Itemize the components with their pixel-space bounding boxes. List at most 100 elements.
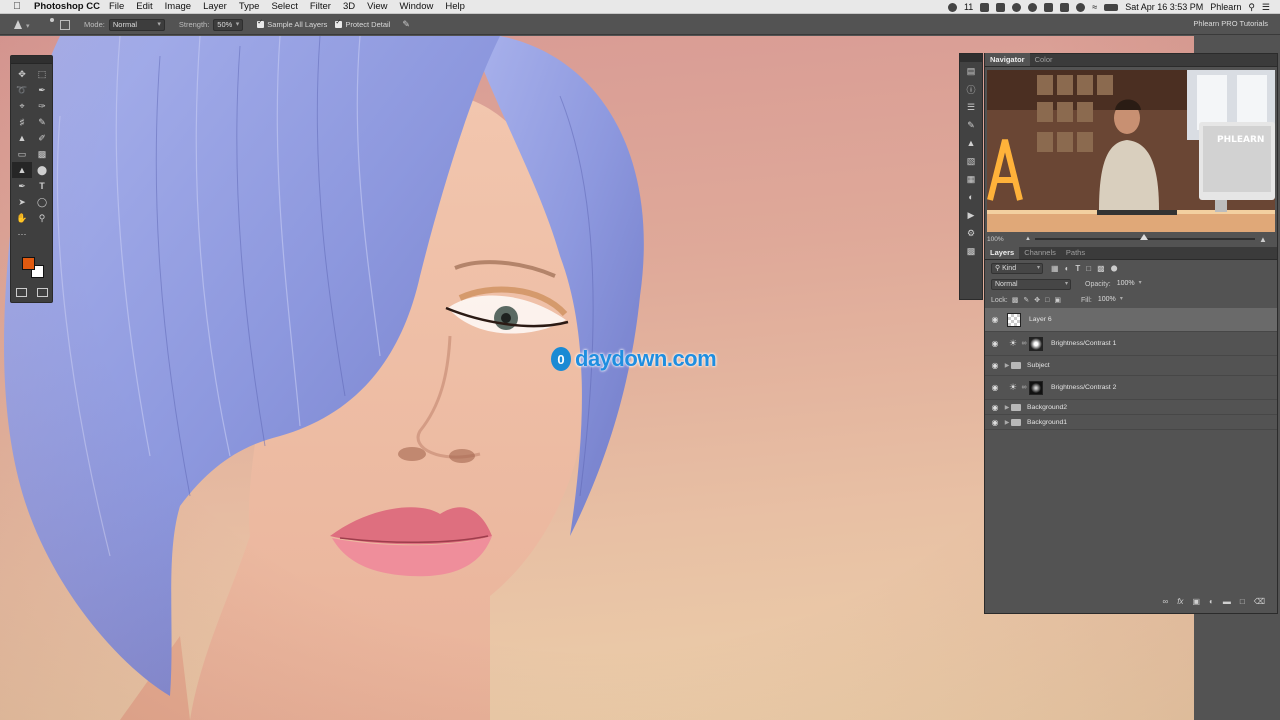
gradient-tool-icon[interactable]: ▩: [32, 146, 52, 162]
eraser-tool-icon[interactable]: ▭: [12, 146, 32, 162]
visibility-eye-icon[interactable]: ◉: [990, 383, 1000, 392]
menu-window[interactable]: Window: [400, 1, 434, 12]
visibility-eye-icon[interactable]: ◉: [990, 315, 1000, 324]
layer-name[interactable]: Subject: [1027, 362, 1050, 369]
lock-transparent-icon[interactable]: ▩: [1012, 296, 1019, 304]
hand-tool-icon[interactable]: ✋: [12, 210, 32, 226]
app-menu[interactable]: Photoshop CC: [34, 1, 100, 12]
filter-shape-icon[interactable]: □: [1086, 264, 1091, 273]
collapsed-panels-grip[interactable]: [960, 54, 982, 62]
filter-type-icon[interactable]: T: [1075, 264, 1080, 273]
tool-presets-icon[interactable]: ⚙: [960, 224, 982, 242]
brush-size-icon[interactable]: [50, 18, 54, 22]
history-brush-tool-icon[interactable]: ✐: [32, 130, 52, 146]
layer-filter-select[interactable]: ⚲ Kind: [991, 262, 1043, 274]
menu-file[interactable]: File: [109, 1, 124, 12]
history-icon[interactable]: ▩: [960, 242, 982, 260]
layer-row[interactable]: ◉ Layer 6: [985, 308, 1277, 332]
character-icon[interactable]: ▦: [960, 170, 982, 188]
brush-panel-toggle-icon[interactable]: [60, 19, 70, 30]
user-menu[interactable]: Phlearn: [1210, 2, 1241, 12]
pressure-icon[interactable]: ✎: [402, 19, 410, 30]
tab-paths[interactable]: Paths: [1061, 246, 1090, 259]
tool-preset-picker[interactable]: ▾: [12, 18, 38, 32]
new-group-icon[interactable]: ▬: [1223, 597, 1231, 609]
protect-detail-checkbox[interactable]: Protect Detail: [335, 18, 390, 29]
menu-help[interactable]: Help: [445, 1, 465, 12]
workspace-switcher[interactable]: Phlearn PRO Tutorials: [1193, 19, 1268, 28]
timer-icon[interactable]: [1012, 2, 1022, 12]
quick-mask-icon[interactable]: [16, 288, 27, 297]
filter-adjustment-icon[interactable]: ◐: [1065, 264, 1070, 273]
visibility-eye-icon[interactable]: ◉: [990, 361, 1000, 370]
mask-link-icon[interactable]: ∞: [1019, 340, 1029, 347]
fill-field[interactable]: 100%: [1095, 295, 1125, 306]
zoom-in-icon[interactable]: ▲: [1259, 235, 1267, 244]
info-icon[interactable]: ⓘ: [960, 80, 982, 98]
path-select-tool-icon[interactable]: ➤: [12, 194, 32, 210]
more-tools-icon[interactable]: ⋯: [12, 226, 32, 242]
menu-filter[interactable]: Filter: [310, 1, 331, 12]
visibility-eye-icon[interactable]: ◉: [990, 418, 1000, 427]
screen-capture-icon[interactable]: [996, 2, 1006, 12]
brush-tool-icon[interactable]: ✎: [32, 114, 52, 130]
strength-field[interactable]: 50%: [213, 18, 244, 31]
layer-mask-thumbnail[interactable]: [1029, 380, 1043, 395]
filter-pixel-icon[interactable]: ▦: [1051, 264, 1059, 273]
wifi-icon[interactable]: ≈: [1092, 2, 1097, 12]
filter-toggle-icon[interactable]: ⬤: [1111, 265, 1118, 272]
tab-color[interactable]: Color: [1030, 53, 1058, 66]
layer-name[interactable]: Background2: [1027, 404, 1067, 411]
histogram-icon[interactable]: ▤: [960, 62, 982, 80]
lasso-tool-icon[interactable]: ➰: [12, 82, 32, 98]
dropbox-icon[interactable]: [980, 2, 990, 12]
menu-layer[interactable]: Layer: [203, 1, 227, 12]
dodge-tool-icon[interactable]: ⬤: [32, 162, 52, 178]
menu-view[interactable]: View: [367, 1, 387, 12]
tools-panel-grip[interactable]: [11, 56, 52, 64]
lock-artboard-icon[interactable]: □: [1045, 297, 1049, 304]
eyedropper-tool-icon[interactable]: ✑: [32, 98, 52, 114]
actions-icon[interactable]: ▶: [960, 206, 982, 224]
display-icon[interactable]: [1044, 2, 1054, 12]
time-machine-icon[interactable]: [1076, 2, 1086, 12]
layer-group-row[interactable]: ◉ ▶ Subject: [985, 356, 1277, 376]
apple-menu-icon[interactable]: : [10, 1, 24, 12]
foreground-color-swatch[interactable]: [22, 257, 35, 270]
tab-navigator[interactable]: Navigator: [985, 53, 1030, 66]
clone-stamp-tool-icon[interactable]: ▲: [12, 130, 32, 146]
layer-row[interactable]: ◉ ☀ ∞ Brightness/Contrast 1: [985, 332, 1277, 356]
opacity-field[interactable]: 100%: [1114, 279, 1144, 290]
add-mask-icon[interactable]: ▣: [1192, 597, 1200, 609]
zoom-tool-icon[interactable]: ⚲: [32, 210, 52, 226]
mask-link-icon[interactable]: ∞: [1019, 384, 1029, 391]
airplay-icon[interactable]: [1060, 2, 1070, 12]
lock-all-icon[interactable]: ▣: [1054, 296, 1061, 304]
menu-type[interactable]: Type: [239, 1, 260, 12]
ellipse-tool-icon[interactable]: ◯: [32, 194, 52, 210]
layer-group-row[interactable]: ◉ ▶ Background2: [985, 400, 1277, 415]
tab-channels[interactable]: Channels: [1019, 246, 1061, 259]
crop-tool-icon[interactable]: ⌖: [12, 98, 32, 114]
layer-name[interactable]: Background1: [1027, 419, 1067, 426]
move-tool-icon[interactable]: ✥: [12, 66, 32, 82]
layer-style-icon[interactable]: fx: [1177, 597, 1183, 609]
layer-name[interactable]: Brightness/Contrast 2: [1051, 384, 1116, 391]
type-tool-icon[interactable]: T: [32, 178, 52, 194]
navigator-zoom-value[interactable]: 100%: [987, 236, 1004, 243]
lock-image-icon[interactable]: ✎: [1023, 296, 1029, 304]
link-layers-icon[interactable]: ∞: [1163, 597, 1169, 609]
screen-mode-icon[interactable]: [37, 288, 48, 297]
zoom-out-icon[interactable]: ▲: [1025, 236, 1031, 242]
group-expand-chevron-icon[interactable]: ▶: [1003, 419, 1011, 426]
notification-center-icon[interactable]: ☰: [1262, 2, 1270, 13]
menu-edit[interactable]: Edit: [136, 1, 152, 12]
spotlight-icon[interactable]: ⚲: [1248, 2, 1255, 13]
visibility-eye-icon[interactable]: ◉: [990, 339, 1000, 348]
layer-name[interactable]: Brightness/Contrast 1: [1051, 340, 1116, 347]
new-adjustment-layer-icon[interactable]: ◐: [1209, 597, 1214, 609]
mode-select[interactable]: Normal: [108, 18, 165, 31]
visibility-eye-icon[interactable]: ◉: [990, 403, 1000, 412]
navigator-preview[interactable]: PHLEARN: [987, 70, 1275, 232]
sample-all-layers-checkbox[interactable]: Sample All Layers: [257, 18, 327, 29]
